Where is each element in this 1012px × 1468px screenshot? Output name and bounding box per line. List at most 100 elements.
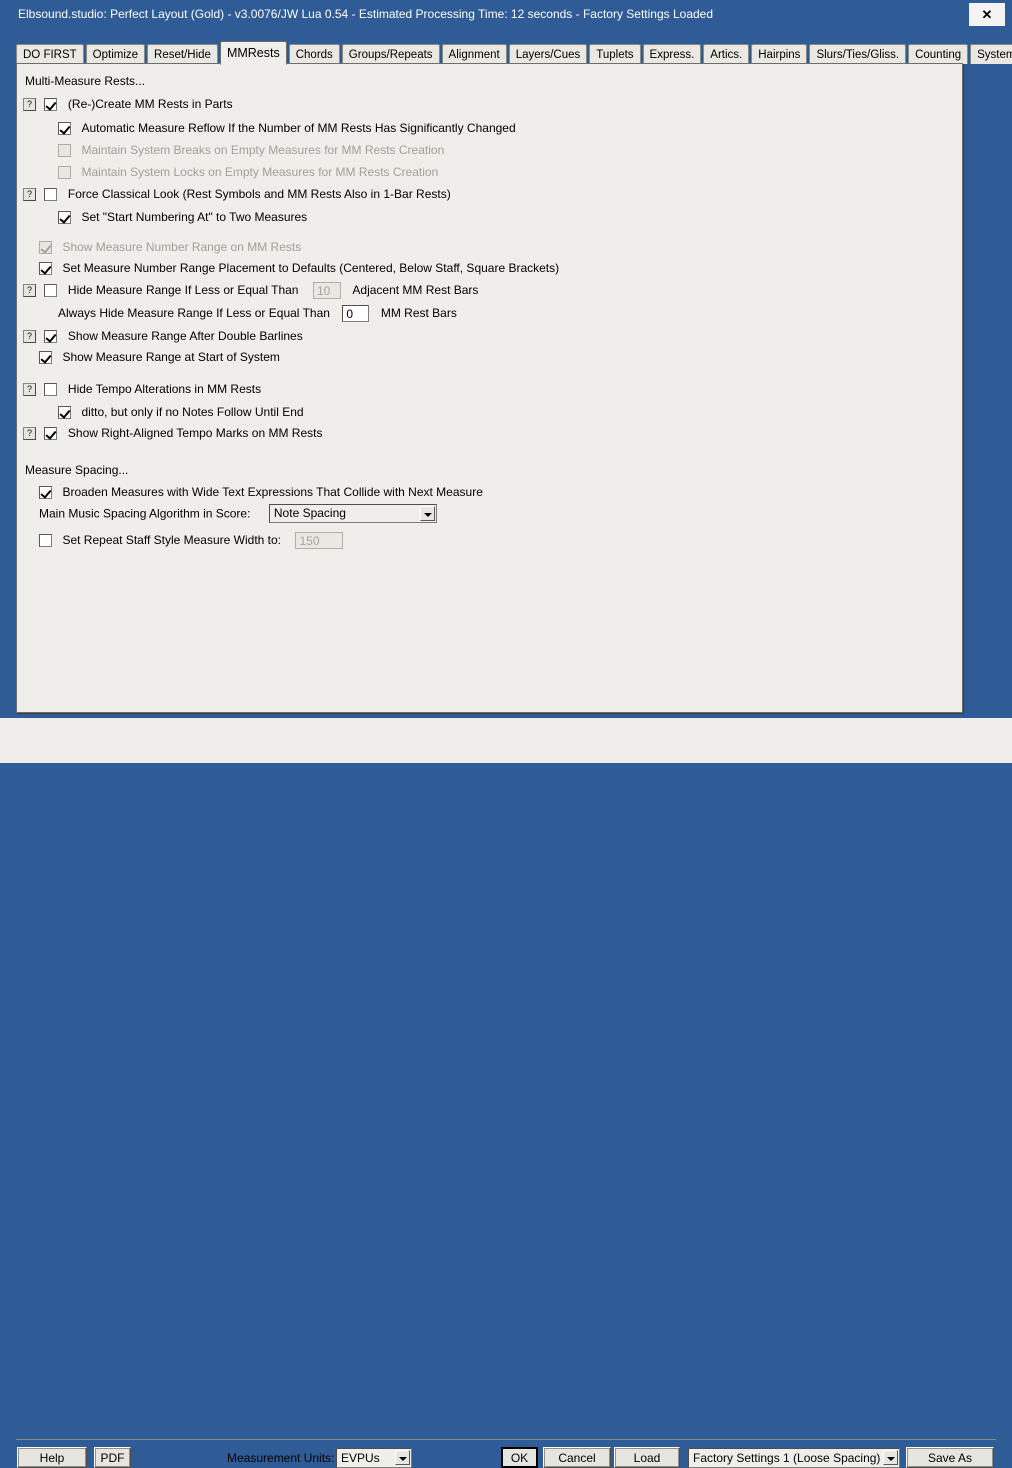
tab-slurs-ties-gliss[interactable]: Slurs/Ties/Gliss. [809, 44, 907, 64]
label-always-hide-measure-range: Always Hide Measure Range If Less or Equ… [58, 306, 330, 320]
tab-reset-hide[interactable]: Reset/Hide [147, 44, 218, 64]
tab-layers-cues[interactable]: Layers/Cues [508, 44, 588, 64]
tab-bar: DO FIRST Optimize Reset/Hide MMRests Cho… [16, 41, 1012, 65]
option-row-show-measure-number-range: Show Measure Number Range on MM Rests [39, 238, 301, 256]
tab-systems[interactable]: Systems [970, 44, 1012, 64]
label-always-hide-measure-range-suffix: MM Rest Bars [380, 306, 457, 320]
chevron-down-icon[interactable] [419, 506, 435, 521]
save-as-button[interactable]: Save As [906, 1447, 994, 1468]
load-button[interactable]: Load [614, 1447, 680, 1468]
label-recreate-mm-rests: (Re-)Create MM Rests in Parts [67, 97, 233, 111]
label-maintain-system-locks: Maintain System Locks on Empty Measures … [81, 165, 439, 179]
tab-hairpins[interactable]: Hairpins [751, 44, 808, 64]
label-set-repeat-staff-width: Set Repeat Staff Style Measure Width to: [62, 533, 282, 547]
checkbox-show-range-at-start-of-system[interactable] [39, 350, 52, 364]
tab-counting[interactable]: Counting [908, 44, 969, 64]
help-icon-recreate-mm-rests[interactable]: ? [23, 97, 36, 111]
dropdown-measurement-units-value: EVPUs [341, 1451, 380, 1465]
checkbox-show-range-after-double-barlines[interactable] [44, 329, 58, 343]
chevron-down-icon-settings-preset[interactable] [883, 1450, 898, 1465]
help-button[interactable]: Help [17, 1447, 87, 1468]
ok-button[interactable]: OK [501, 1447, 538, 1468]
option-row-show-right-aligned-tempo: ? Show Right-Aligned Tempo Marks on MM R… [23, 424, 322, 442]
label-maintain-system-breaks: Maintain System Breaks on Empty Measures… [81, 143, 445, 157]
tab-tuplets[interactable]: Tuplets [589, 44, 641, 64]
pdf-button[interactable]: PDF [94, 1447, 131, 1468]
label-hide-tempo-alterations: Hide Tempo Alterations in MM Rests [67, 382, 262, 396]
checkbox-show-right-aligned-tempo[interactable] [44, 426, 58, 440]
input-hide-measure-range-threshold[interactable]: 10 [312, 281, 341, 299]
label-show-range-after-double-barlines: Show Measure Range After Double Barlines [67, 329, 303, 343]
label-hide-measure-range-suffix: Adjacent MM Rest Bars [352, 283, 479, 297]
help-icon-force-classical-look[interactable]: ? [23, 187, 36, 201]
mmrests-settings-panel: Multi-Measure Rests... ? (Re-)Create MM … [16, 63, 963, 713]
dropdown-settings-preset-value: Factory Settings 1 (Loose Spacing) [693, 1451, 881, 1465]
label-set-start-numbering: Set "Start Numbering At" to Two Measures [81, 210, 308, 224]
checkbox-show-measure-number-range [39, 240, 52, 254]
help-icon-hide-measure-range-if-less[interactable]: ? [23, 283, 36, 297]
checkbox-recreate-mm-rests[interactable] [44, 97, 58, 111]
help-icon-hide-tempo-alterations[interactable]: ? [23, 382, 36, 396]
tab-optimize[interactable]: Optimize [85, 44, 146, 64]
option-row-ditto-no-notes-follow: ditto, but only if no Notes Follow Until… [58, 403, 304, 421]
tab-express[interactable]: Express. [642, 44, 702, 64]
label-broaden-measures: Broaden Measures with Wide Text Expressi… [62, 485, 483, 499]
label-ditto-no-notes-follow: ditto, but only if no Notes Follow Until… [81, 405, 304, 419]
section-heading-measure-spacing: Measure Spacing... [25, 463, 129, 477]
close-icon[interactable]: ✕ [969, 3, 1005, 26]
tab-groups-repeats[interactable]: Groups/Repeats [341, 44, 440, 64]
dropdown-measurement-units[interactable]: EVPUs [336, 1448, 412, 1468]
option-row-show-range-after-double-barlines: ? Show Measure Range After Double Barlin… [23, 327, 303, 345]
checkbox-set-start-numbering[interactable] [58, 210, 71, 224]
checkbox-ditto-no-notes-follow[interactable] [58, 405, 71, 419]
label-hide-measure-range-if-less: Hide Measure Range If Less or Equal Than [67, 283, 299, 297]
label-main-spacing-algorithm: Main Music Spacing Algorithm in Score: [39, 506, 251, 521]
chevron-down-icon-measurement-units[interactable] [395, 1450, 410, 1465]
option-row-broaden-measures: Broaden Measures with Wide Text Expressi… [39, 483, 483, 501]
checkbox-force-classical-look[interactable] [44, 187, 58, 201]
tab-chords[interactable]: Chords [288, 44, 340, 64]
option-row-automatic-measure-reflow: Automatic Measure Reflow If the Number o… [58, 119, 516, 137]
option-row-set-repeat-staff-width: Set Repeat Staff Style Measure Width to:… [39, 531, 344, 549]
label-force-classical-look: Force Classical Look (Rest Symbols and M… [67, 187, 451, 201]
section-heading-multi-measure-rests: Multi-Measure Rests... [25, 74, 146, 88]
window-title: Elbsound.studio: Perfect Layout (Gold) -… [18, 7, 714, 21]
measurement-units-label: Measurement Units: [227, 1451, 335, 1465]
checkbox-hide-measure-range-if-less[interactable] [44, 283, 58, 297]
tab-mmrests[interactable]: MMRests [219, 41, 287, 65]
tab-do-first[interactable]: DO FIRST [16, 44, 84, 64]
label-show-range-at-start-of-system: Show Measure Range at Start of System [62, 350, 280, 364]
label-automatic-measure-reflow: Automatic Measure Reflow If the Number o… [81, 121, 516, 135]
dropdown-main-spacing-algorithm-value: Note Spacing [273, 506, 346, 520]
tab-artics[interactable]: Artics. [703, 44, 750, 64]
checkbox-hide-tempo-alterations[interactable] [44, 382, 58, 396]
option-row-hide-tempo-alterations: ? Hide Tempo Alterations in MM Rests [23, 380, 261, 398]
label-show-right-aligned-tempo: Show Right-Aligned Tempo Marks on MM Res… [67, 426, 323, 440]
checkbox-automatic-measure-reflow[interactable] [58, 121, 71, 135]
window-titlebar: Elbsound.studio: Perfect Layout (Gold) -… [0, 0, 1012, 29]
input-always-hide-measure-range-threshold[interactable]: 0 [342, 304, 370, 322]
label-set-range-placement-defaults: Set Measure Number Range Placement to De… [62, 261, 560, 275]
option-row-set-range-placement-defaults: Set Measure Number Range Placement to De… [39, 259, 559, 277]
option-row-hide-measure-range-if-less: ? Hide Measure Range If Less or Equal Th… [23, 281, 478, 299]
label-show-measure-number-range: Show Measure Number Range on MM Rests [62, 240, 302, 254]
checkbox-set-range-placement-defaults[interactable] [39, 261, 52, 275]
dialog-footer: Help PDF Measurement Units: EVPUs OK Can… [0, 718, 1012, 1468]
help-icon-show-right-aligned-tempo[interactable]: ? [23, 426, 36, 440]
cancel-button[interactable]: Cancel [543, 1447, 611, 1468]
option-row-recreate-mm-rests: ? (Re-)Create MM Rests in Parts [23, 95, 233, 113]
footer-separator [16, 1439, 996, 1440]
dropdown-main-spacing-algorithm[interactable]: Note Spacing [268, 504, 437, 523]
checkbox-broaden-measures[interactable] [39, 485, 52, 499]
option-row-maintain-system-breaks: Maintain System Breaks on Empty Measures… [58, 141, 444, 159]
option-row-maintain-system-locks: Maintain System Locks on Empty Measures … [58, 163, 438, 181]
option-row-main-spacing-algorithm: Main Music Spacing Algorithm in Score: N… [39, 504, 437, 525]
checkbox-maintain-system-breaks [58, 143, 71, 157]
help-icon-show-range-after-double-barlines[interactable]: ? [23, 329, 36, 343]
option-row-show-range-at-start-of-system: Show Measure Range at Start of System [39, 348, 280, 366]
input-set-repeat-staff-width[interactable]: 150 [295, 531, 344, 549]
dropdown-settings-preset[interactable]: Factory Settings 1 (Loose Spacing) [688, 1448, 900, 1468]
tab-alignment[interactable]: Alignment [441, 44, 507, 64]
option-row-set-start-numbering: Set "Start Numbering At" to Two Measures [58, 208, 307, 226]
checkbox-set-repeat-staff-width[interactable] [39, 533, 52, 547]
